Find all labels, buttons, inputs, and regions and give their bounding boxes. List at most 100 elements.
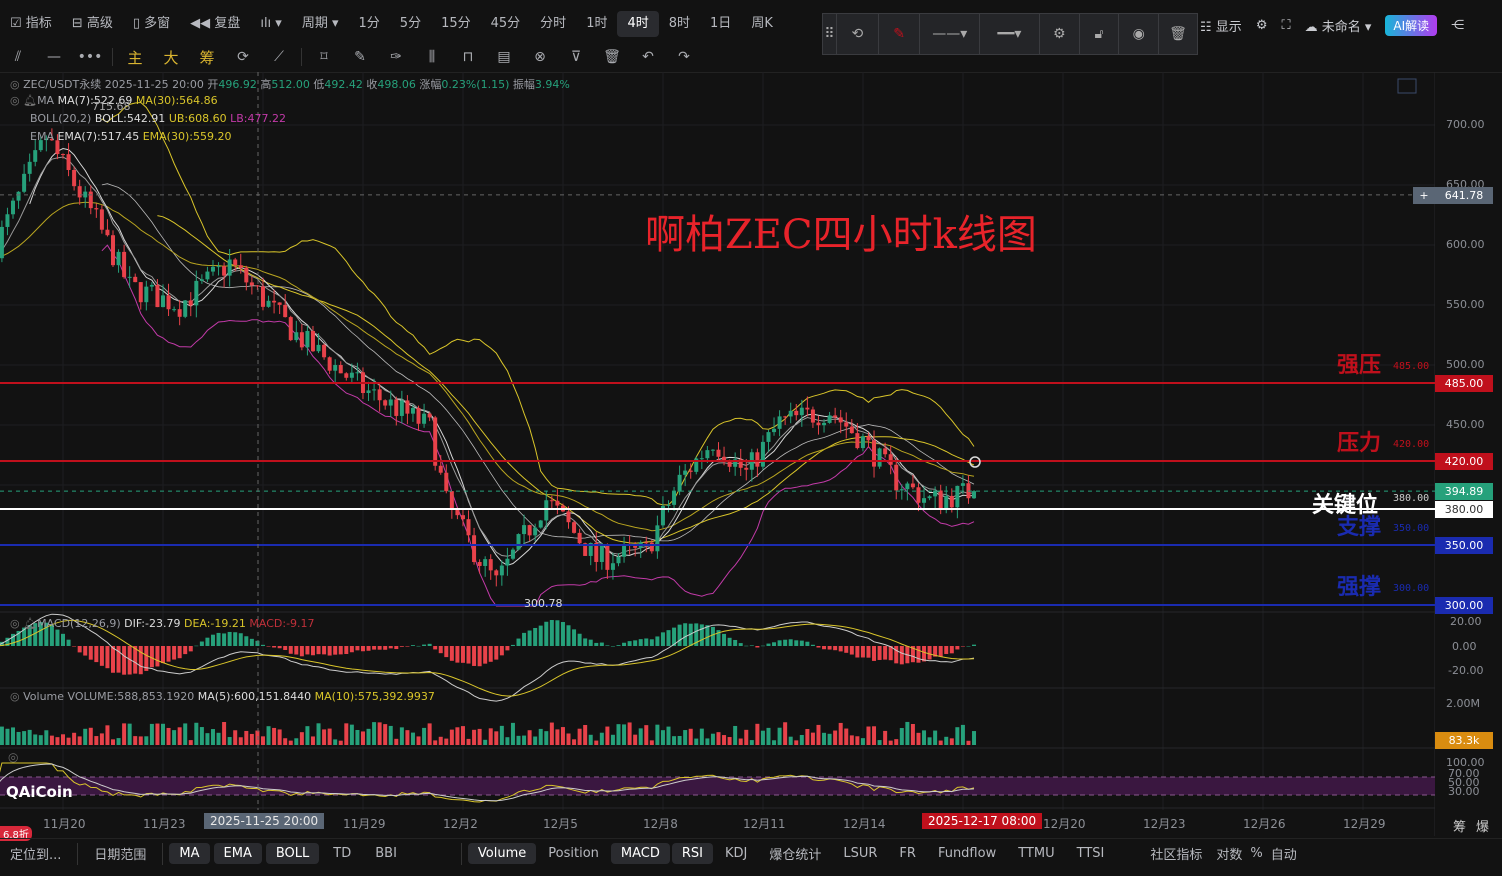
candle-body xyxy=(777,416,782,429)
high-value: 512.00 xyxy=(271,78,310,91)
main-indicator-boll[interactable]: BOLL xyxy=(265,843,320,864)
volume-bar xyxy=(577,728,582,745)
main-indicator-ema[interactable]: EMA xyxy=(213,843,262,864)
candle-body xyxy=(138,282,143,303)
candle-body xyxy=(388,399,393,406)
volume-bar xyxy=(383,724,388,745)
volume-bar xyxy=(772,740,777,745)
candle-body xyxy=(410,407,415,414)
sub-indicator[interactable]: Volume xyxy=(467,843,537,864)
chip-button[interactable]: 筹 xyxy=(1453,816,1466,835)
candle-body xyxy=(222,266,227,276)
macd-bar xyxy=(222,633,227,646)
time-axis-tick: 12月11 xyxy=(743,817,786,831)
candle-body xyxy=(33,150,38,162)
locate-button[interactable]: 定位到... xyxy=(0,841,71,866)
candle-body xyxy=(816,422,821,426)
main-indicator-bbi[interactable]: BBI xyxy=(365,843,407,864)
sub-indicator[interactable]: LSUR xyxy=(833,843,887,864)
sub-indicator[interactable]: 爆仓统计 xyxy=(759,841,831,866)
sub-indicator[interactable]: TTMU xyxy=(1008,843,1064,864)
log-toggle[interactable]: 对数 xyxy=(1212,841,1246,866)
volume-bar xyxy=(677,735,682,745)
volume-bar xyxy=(510,722,515,745)
volume-bar xyxy=(249,733,254,745)
candle-body xyxy=(144,286,149,303)
candle-body xyxy=(877,448,882,467)
volume-bar xyxy=(277,729,282,745)
volume-bar xyxy=(410,732,415,745)
macd-bar xyxy=(894,646,899,664)
volume-legend[interactable]: ◎ Volume VOLUME:588,853.1920 MA(5):600,1… xyxy=(10,690,435,703)
expand-icon xyxy=(1397,78,1417,94)
volume-bar xyxy=(838,722,843,745)
sub-indicator[interactable]: MACD xyxy=(610,843,670,864)
candle-body xyxy=(883,448,888,455)
rsi-collapse-icon[interactable]: ◎ xyxy=(8,750,18,764)
boll-legend[interactable]: BOLL(20,2) BOLL:542.91 UB:608.60 LB:477.… xyxy=(30,112,286,125)
candle-body xyxy=(672,491,677,505)
sub-indicator[interactable]: KDJ xyxy=(715,843,757,864)
macd-bar xyxy=(455,646,460,663)
volume-bar xyxy=(138,736,143,745)
time-axis-tick: 12月20 xyxy=(1043,817,1086,831)
volume-bar xyxy=(810,732,815,745)
bottom-bar: 定位到... 日期范围 MA EMA BOLL TD BBI Volume Position MA… xyxy=(0,838,1502,868)
volume-bar xyxy=(77,736,82,745)
macd-bar xyxy=(122,646,127,675)
main-indicator-ma[interactable]: MA xyxy=(169,843,210,864)
crosshair-add-icon[interactable]: + xyxy=(1413,187,1435,204)
main-indicator-td[interactable]: TD xyxy=(323,843,361,864)
macd-bar xyxy=(66,639,71,646)
candle-body xyxy=(622,544,627,557)
candle-body xyxy=(122,251,127,278)
candle-body xyxy=(944,495,949,509)
amplitude-value: 3.94% xyxy=(534,78,570,91)
sub-indicator[interactable]: Fundflow xyxy=(928,843,1006,864)
volume-bar xyxy=(44,730,49,745)
high-marker: 715.68 xyxy=(92,100,131,113)
macd-bar xyxy=(138,646,143,675)
change-value: 0.23%(1.15) xyxy=(441,78,510,91)
pct-toggle[interactable]: % xyxy=(1246,843,1266,864)
date-range-button[interactable]: 日期范围 xyxy=(84,841,156,866)
macd-bar xyxy=(560,622,565,646)
volume-bar xyxy=(16,731,21,745)
boll-value: BOLL:542.91 xyxy=(94,112,166,125)
candle-body xyxy=(416,407,421,424)
sub-indicator[interactable]: Position xyxy=(538,843,609,864)
candle-body xyxy=(855,433,860,449)
candle-body xyxy=(466,519,471,536)
candle-body xyxy=(260,286,265,307)
crosshair-price-tag: 641.78 xyxy=(1435,187,1493,204)
macd-bar xyxy=(377,646,382,650)
candle-body xyxy=(827,415,832,423)
liquidation-button[interactable]: 爆 xyxy=(1476,816,1489,835)
volume-bar xyxy=(283,738,288,745)
volume-bar xyxy=(205,733,210,745)
macd-legend[interactable]: ◎ 🔔︎MACD(12,26,9) DIF:-23.79 DEA:-19.21 … xyxy=(10,617,315,630)
sub-indicator[interactable]: FR xyxy=(889,843,926,864)
candle-body xyxy=(505,558,510,566)
sub-indicator[interactable]: RSI xyxy=(671,843,713,864)
volume-bar xyxy=(799,734,804,745)
macd-bar xyxy=(99,646,104,666)
candle-body xyxy=(316,344,321,352)
candle-body xyxy=(11,200,16,215)
price-chart[interactable] xyxy=(0,0,1435,838)
candle-body xyxy=(488,559,493,571)
share-icon[interactable]: ⋲ xyxy=(1451,18,1464,33)
candle-body xyxy=(338,365,343,374)
auto-toggle[interactable]: 自动 xyxy=(1267,841,1301,866)
level-price-tag: 300.00 xyxy=(1435,597,1493,614)
volume-bar xyxy=(738,738,743,745)
community-indicators-button[interactable]: 社区指标 xyxy=(1140,841,1212,866)
macd-bar xyxy=(349,646,354,653)
current-time-tag: 2025-12-17 08:00 xyxy=(922,813,1043,829)
sub-indicator[interactable]: TTSI xyxy=(1067,843,1115,864)
volume-bar xyxy=(605,726,610,745)
candle-body xyxy=(899,489,904,491)
candle-body xyxy=(566,511,571,523)
volume-label: Volume xyxy=(23,690,65,703)
ema-legend[interactable]: EMA EMA(7):517.45 EMA(30):559.20 xyxy=(30,130,231,143)
